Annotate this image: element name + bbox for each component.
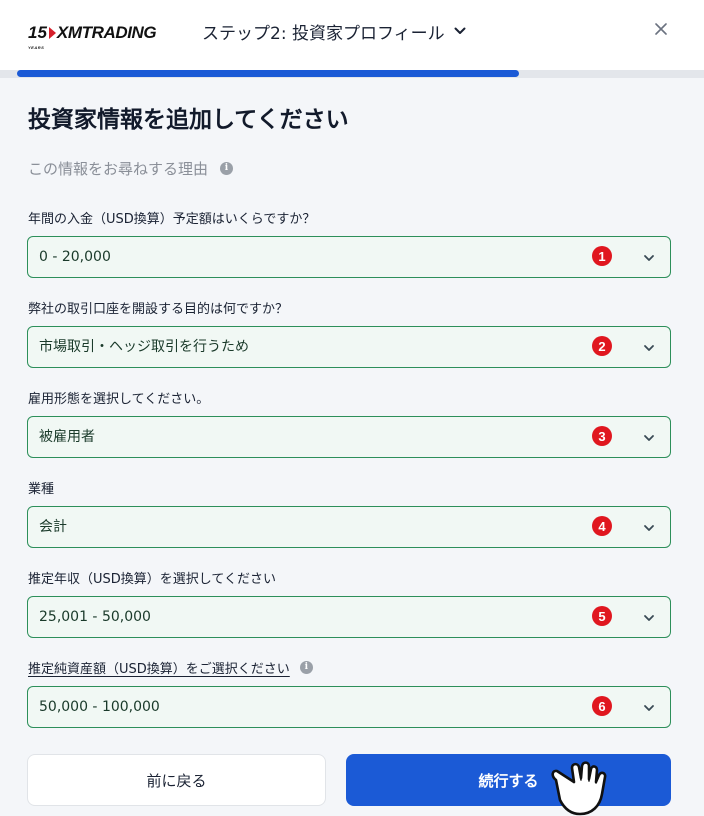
- field-label-industry: 業種: [28, 481, 55, 497]
- chevron-down-icon: [644, 255, 654, 261]
- industry-select[interactable]: 会計 4: [27, 506, 671, 548]
- close-icon: [655, 23, 667, 35]
- logo-years: YEARS: [28, 45, 45, 50]
- info-icon[interactable]: i: [220, 161, 234, 175]
- logo-mark-icon: [48, 27, 56, 39]
- progress-bar: [0, 70, 704, 78]
- field-label-employment-status: 雇用形態を選択してください。: [28, 391, 210, 407]
- select-value: 会計: [39, 519, 67, 535]
- step-title: ステップ2: 投資家プロフィール: [202, 23, 445, 44]
- reason-link-label: この情報をお尋ねする理由: [28, 159, 209, 178]
- chevron-down-icon: [644, 615, 654, 621]
- reason-link[interactable]: この情報をお尋ねする理由 i: [28, 158, 234, 178]
- hand-pointer-icon: [551, 761, 607, 816]
- step-badge: 4: [592, 516, 612, 536]
- chevron-down-icon: [644, 525, 654, 531]
- logo-text: XMTRADING: [56, 23, 157, 42]
- step-badge: 3: [592, 426, 612, 446]
- close-button[interactable]: [650, 18, 672, 40]
- annual-income-select[interactable]: 25,001 - 50,000 5: [27, 596, 671, 638]
- field-label-account-purpose: 弊社の取引口座を開設する目的は何ですか？: [28, 301, 289, 317]
- chevron-down-icon: [454, 27, 466, 34]
- progress-fill: [17, 70, 519, 77]
- step-badge: 6: [592, 696, 612, 716]
- field-label-annual-deposit: 年間の入金（USD換算）予定額はいくらですか？: [28, 211, 316, 227]
- chevron-down-icon: [644, 435, 654, 441]
- net-worth-select[interactable]: 50,000 - 100,000 6: [27, 686, 671, 728]
- step-badge: 2: [592, 336, 612, 356]
- account-purpose-select[interactable]: 市場取引・ヘッジ取引を行うため 2: [27, 326, 671, 368]
- step-selector[interactable]: ステップ2: 投資家プロフィール: [202, 20, 467, 44]
- header: 15 YEARS XMTRADING ステップ2: 投資家プロフィール: [0, 0, 704, 70]
- field-label-annual-income: 推定年収（USD換算）を選択してください: [28, 571, 276, 587]
- field-label-net-worth: 推定純資産額（USD換算）をご選択ください i: [28, 658, 313, 677]
- chevron-down-icon: [644, 345, 654, 351]
- step-badge: 5: [592, 606, 612, 626]
- page-title: 投資家情報を追加してください: [28, 107, 349, 133]
- select-value: 市場取引・ヘッジ取引を行うため: [39, 339, 249, 355]
- annual-deposit-select[interactable]: 0 - 20,000 1: [27, 236, 671, 278]
- step-badge: 1: [592, 246, 612, 266]
- continue-button[interactable]: 続行する: [346, 754, 671, 806]
- info-icon[interactable]: i: [299, 660, 313, 674]
- back-button[interactable]: 前に戻る: [27, 754, 326, 806]
- select-value: 50,000 - 100,000: [39, 699, 160, 715]
- select-value: 25,001 - 50,000: [39, 609, 151, 625]
- employment-status-select[interactable]: 被雇用者 3: [27, 416, 671, 458]
- select-value: 0 - 20,000: [39, 249, 111, 265]
- chevron-down-icon: [644, 705, 654, 711]
- xm-logo: 15 YEARS XMTRADING: [28, 17, 157, 50]
- select-value: 被雇用者: [39, 429, 95, 445]
